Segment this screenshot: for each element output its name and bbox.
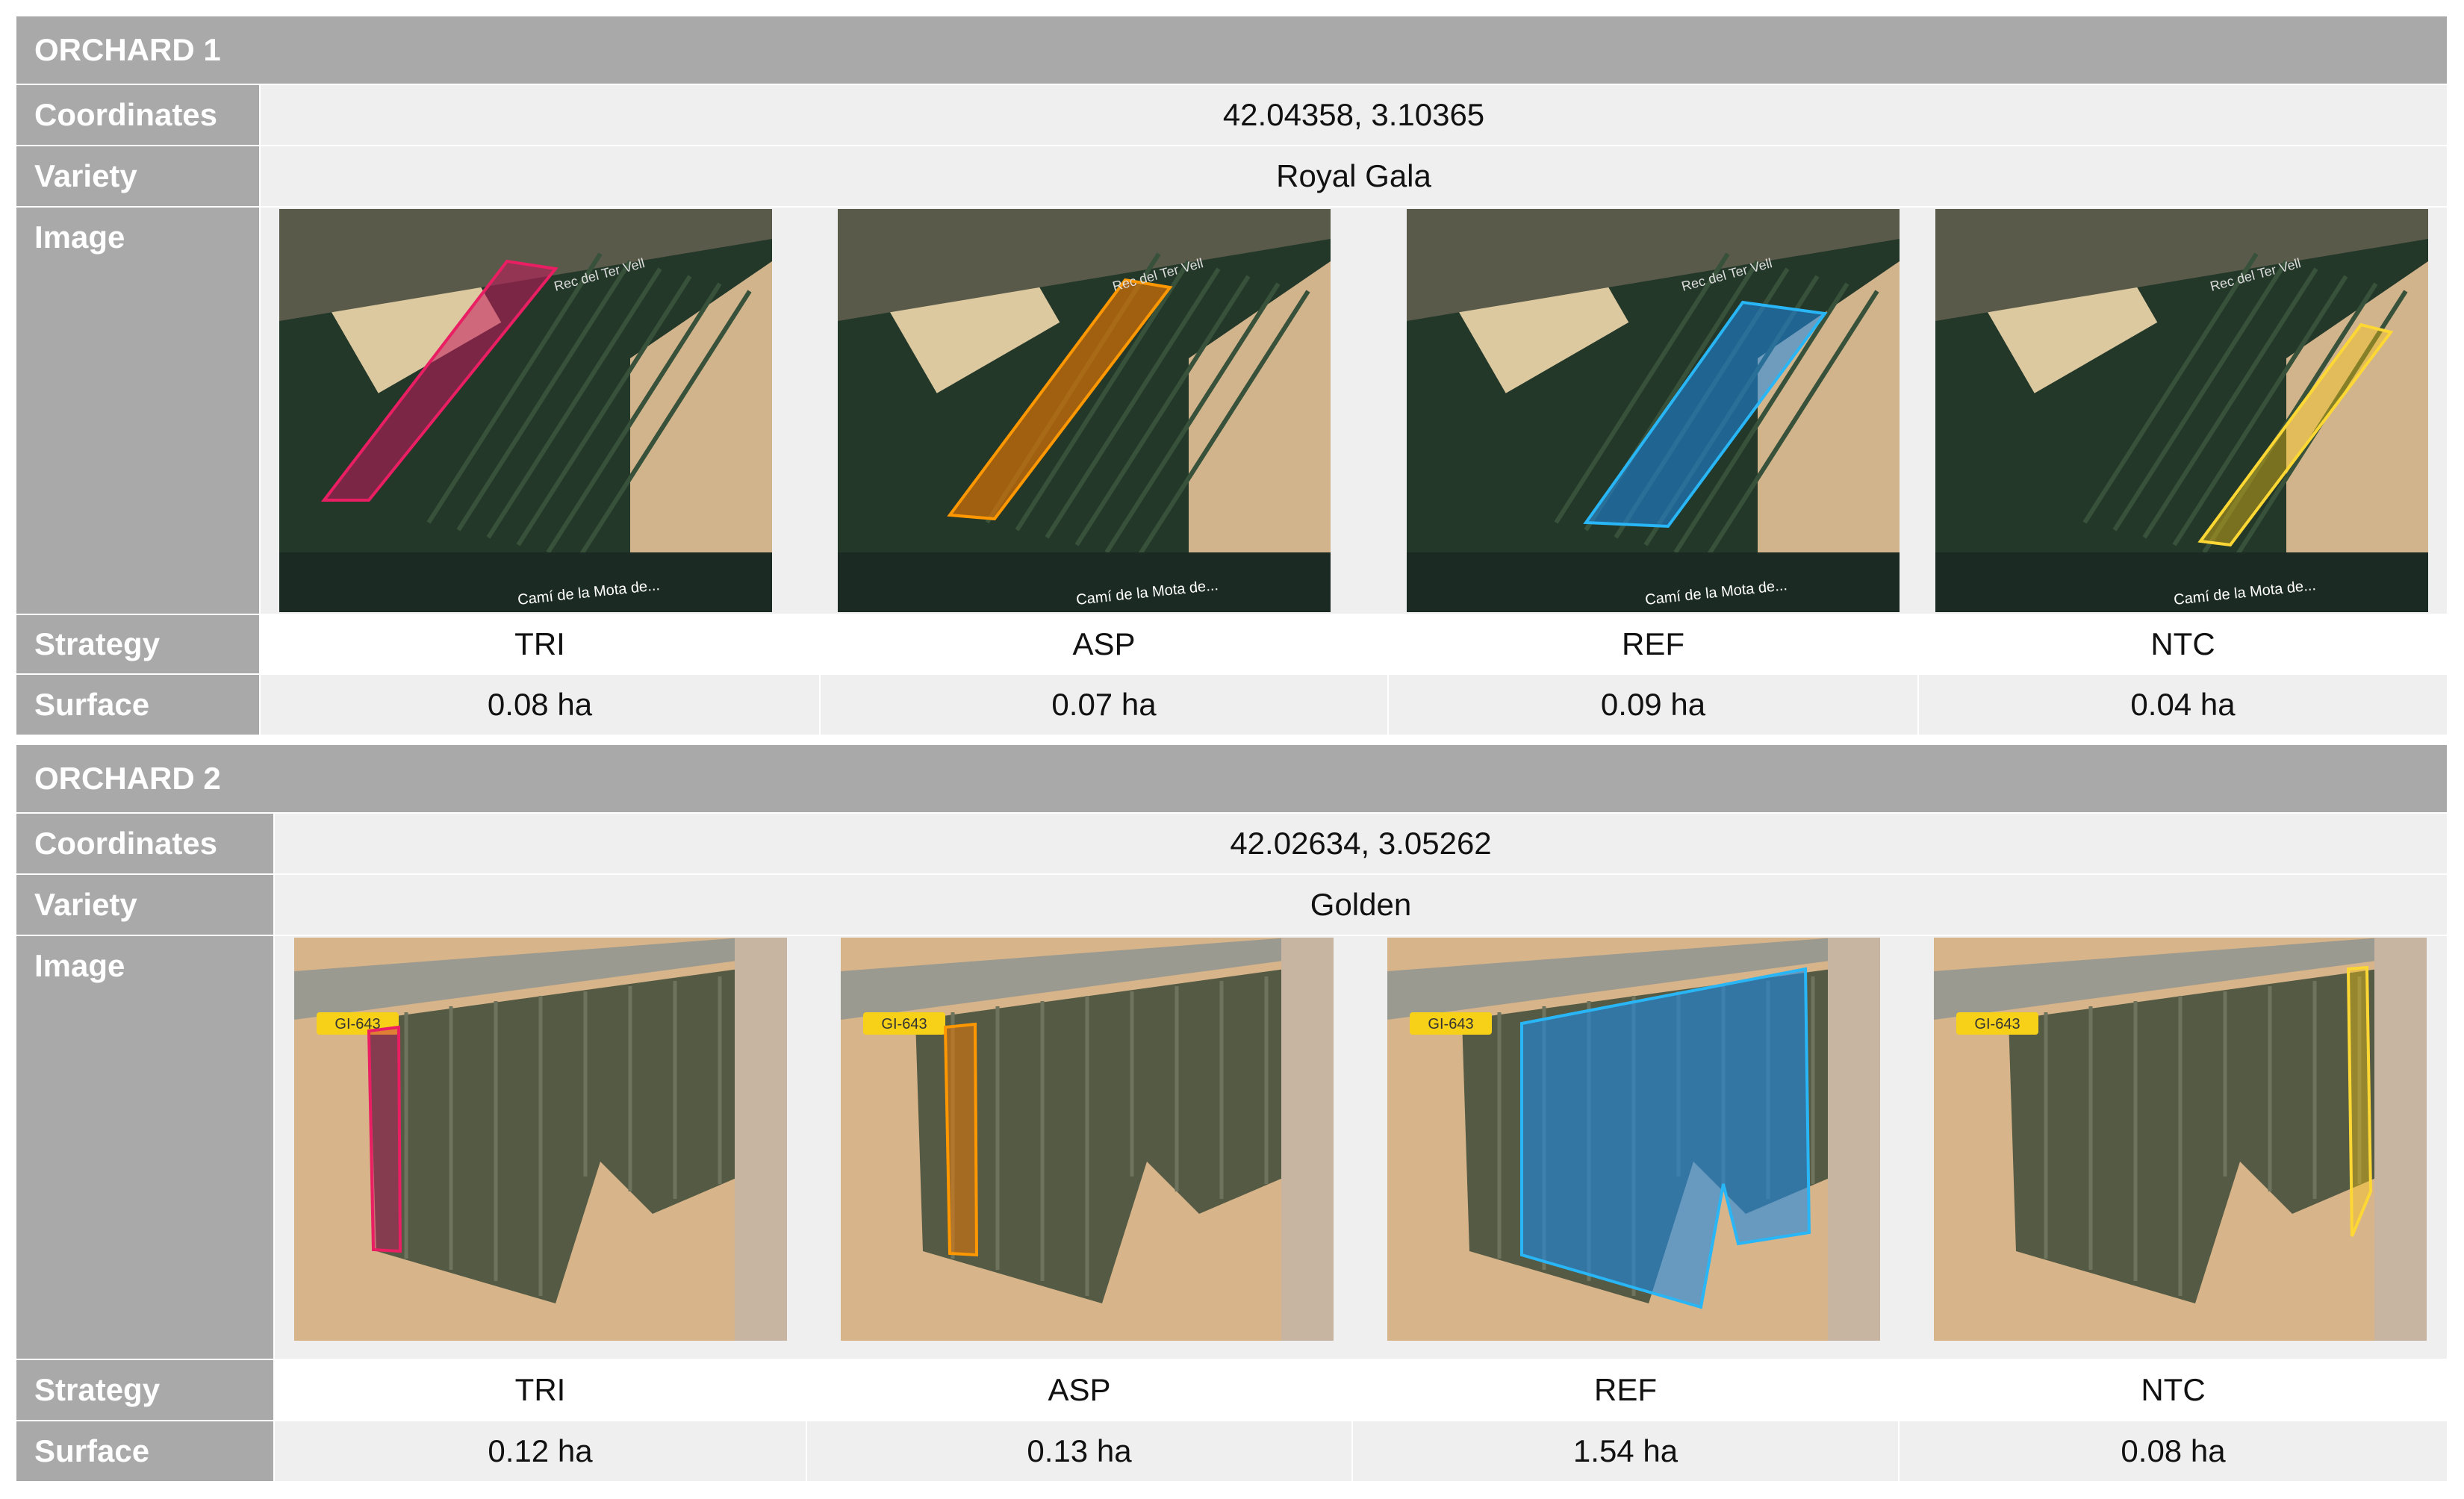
plot-outline-tri <box>367 1025 402 1253</box>
strategy-ref: REF <box>1353 1360 1898 1420</box>
coordinates-value: 42.02634, 3.05262 <box>275 814 2447 873</box>
strategy-label: Strategy <box>16 615 259 673</box>
image-label: Image <box>16 936 273 1359</box>
surface-ref: 0.09 ha <box>1389 675 1917 735</box>
surface-ntc: 0.08 ha <box>1900 1421 2447 1481</box>
surface-label: Surface <box>16 675 259 735</box>
variety-value: Royal Gala <box>261 146 2447 206</box>
strategy-asp: ASP <box>821 615 1387 673</box>
orchard-1-table: ORCHARD 1 Coordinates 42.04358, 3.10365 … <box>16 16 2447 735</box>
coordinates-label: Coordinates <box>16 814 273 873</box>
aerial-image-ref: GI-643 <box>1387 938 1880 1341</box>
coordinates-label: Coordinates <box>16 85 259 145</box>
orchard-title: ORCHARD 2 <box>16 745 2447 812</box>
strategy-label: Strategy <box>16 1360 273 1420</box>
road-sign-label: GI-643 <box>1428 1016 1473 1032</box>
road-sign-label: GI-643 <box>1974 1016 2020 1032</box>
variety-label: Variety <box>16 146 259 206</box>
aerial-image-asp: Rec del Ter Vell Camí de la Mota de... <box>838 209 1331 612</box>
aerial-image-ntc: GI-643 <box>1934 938 2427 1341</box>
aerial-image-tri: GI-643 <box>294 938 787 1341</box>
strategy-ref: REF <box>1389 615 1917 673</box>
strategy-tri: TRI <box>261 615 819 673</box>
plot-outline-ntc <box>2346 965 2373 1237</box>
aerial-image-asp: GI-643 <box>841 938 1334 1341</box>
plot-outline-asp <box>943 1022 979 1257</box>
variety-label: Variety <box>16 875 273 935</box>
surface-asp: 0.13 ha <box>807 1421 1351 1481</box>
orchard-title: ORCHARD 1 <box>16 16 2447 84</box>
orchard-2-table: ORCHARD 2 Coordinates 42.02634, 3.05262 … <box>16 745 2447 1481</box>
image-label: Image <box>16 208 259 614</box>
strategy-tri: TRI <box>275 1360 806 1420</box>
strategy-asp: ASP <box>807 1360 1351 1420</box>
surface-ref: 1.54 ha <box>1353 1421 1898 1481</box>
aerial-image-ntc: Rec del Ter Vell Camí de la Mota de... <box>1935 209 2428 612</box>
surface-asp: 0.07 ha <box>821 675 1387 735</box>
surface-tri: 0.12 ha <box>275 1421 806 1481</box>
surface-ntc: 0.04 ha <box>1919 675 2447 735</box>
surface-label: Surface <box>16 1421 273 1481</box>
aerial-image-tri: Rec del Ter Vell Camí de la Mota de... <box>279 209 772 612</box>
strategy-ntc: NTC <box>1900 1360 2447 1420</box>
aerial-image-ref: Rec del Ter Vell Camí de la Mota de... <box>1407 209 1900 612</box>
variety-value: Golden <box>275 875 2447 935</box>
coordinates-value: 42.04358, 3.10365 <box>261 85 2447 145</box>
surface-tri: 0.08 ha <box>261 675 819 735</box>
road-sign-label: GI-643 <box>881 1016 927 1032</box>
strategy-ntc: NTC <box>1919 615 2447 673</box>
